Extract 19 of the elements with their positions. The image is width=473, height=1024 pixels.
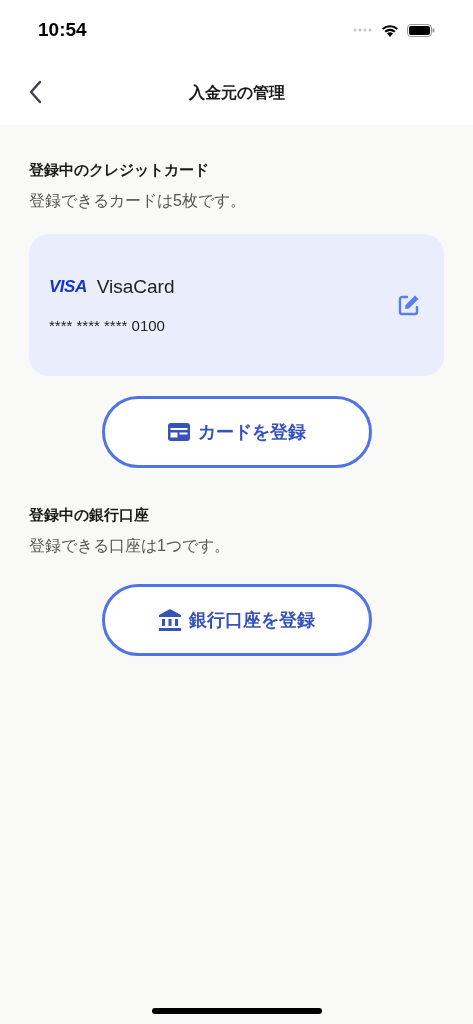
status-time: 10:54	[38, 17, 87, 42]
screen-title: 入金元の管理	[188, 82, 285, 103]
card-number: **** **** **** 0100	[49, 316, 166, 336]
wifi-icon	[381, 23, 399, 37]
signal-icon	[353, 28, 373, 32]
visa-logo: VISA	[49, 276, 87, 298]
back-icon	[28, 80, 42, 104]
section-subtitle: 登録できる口座は1つです。	[29, 536, 231, 556]
register-button[interactable]: 銀行口座を登録	[101, 584, 372, 656]
edit-icon	[397, 293, 421, 317]
register-button[interactable]: カードを登録	[101, 396, 372, 468]
section-title: 登録中の銀行口座	[29, 505, 150, 525]
bank-icon	[158, 609, 181, 631]
section-subtitle: 登録できるカードは5枚です。	[29, 191, 247, 211]
card-name: VisaCard	[96, 274, 175, 299]
credit-card-item[interactable]: VISA VisaCard **** **** **** 0100	[29, 234, 444, 376]
section-title: 登録中のクレジットカード	[29, 160, 210, 180]
battery-icon	[407, 23, 435, 37]
card-icon	[167, 423, 190, 441]
